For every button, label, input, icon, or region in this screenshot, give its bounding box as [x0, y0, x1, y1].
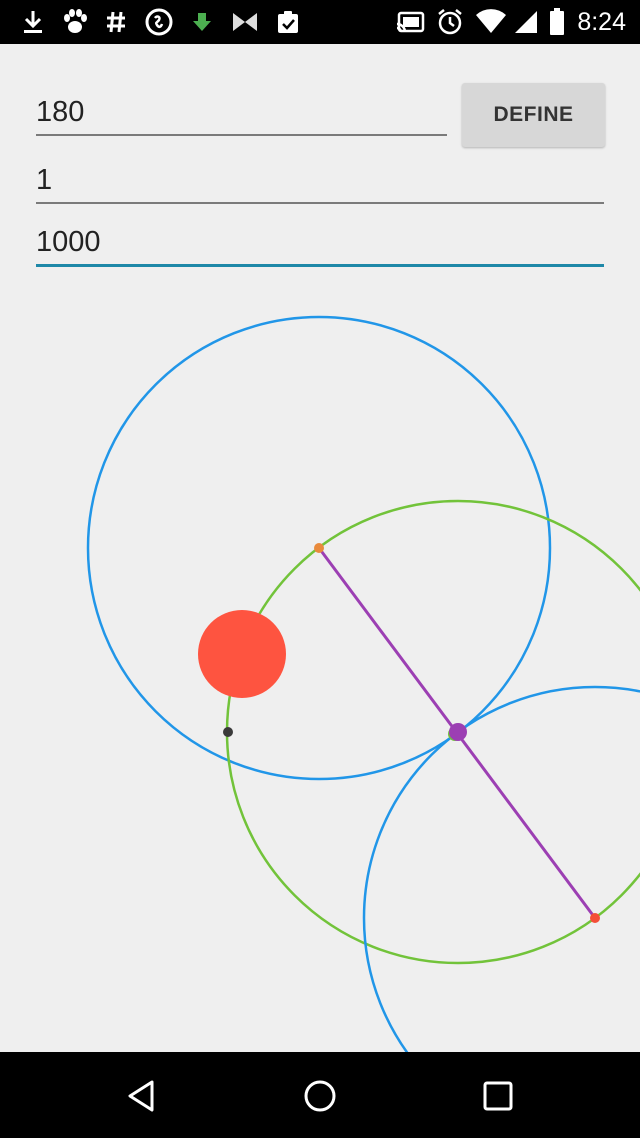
angle-field	[36, 90, 447, 136]
status-clock: 8:24	[577, 8, 626, 36]
hashtag-icon	[104, 8, 128, 36]
navigation-bar	[0, 1052, 640, 1138]
orange-point[interactable]	[314, 543, 324, 553]
ratio-field	[36, 158, 604, 204]
shazam-icon	[144, 8, 174, 36]
signal-icon	[512, 8, 540, 36]
back-icon[interactable]	[118, 1072, 166, 1120]
purple-center-point[interactable]	[449, 723, 467, 741]
duration-input[interactable]	[36, 220, 604, 264]
bowtie-icon	[230, 8, 260, 36]
paw-icon	[60, 8, 90, 36]
download-arrow-icon	[190, 8, 214, 36]
ratio-input[interactable]	[36, 158, 604, 202]
battery-icon	[548, 8, 566, 36]
define-button[interactable]: DEFINE	[462, 83, 605, 147]
duration-field	[36, 220, 604, 267]
clipboard-check-icon	[274, 8, 302, 36]
dark-point[interactable]	[223, 727, 233, 737]
status-bar: 8:24	[0, 0, 640, 44]
recents-icon[interactable]	[474, 1072, 522, 1120]
home-icon[interactable]	[296, 1072, 344, 1120]
small-blue-circle	[362, 685, 640, 1052]
geometry-canvas[interactable]	[0, 280, 640, 1052]
wifi-icon	[474, 8, 508, 36]
cast-icon	[394, 8, 426, 36]
alarm-icon	[435, 8, 465, 36]
download-icon	[20, 8, 46, 36]
angle-input[interactable]	[36, 90, 447, 134]
red-ball	[198, 610, 286, 698]
red-point[interactable]	[590, 913, 600, 923]
